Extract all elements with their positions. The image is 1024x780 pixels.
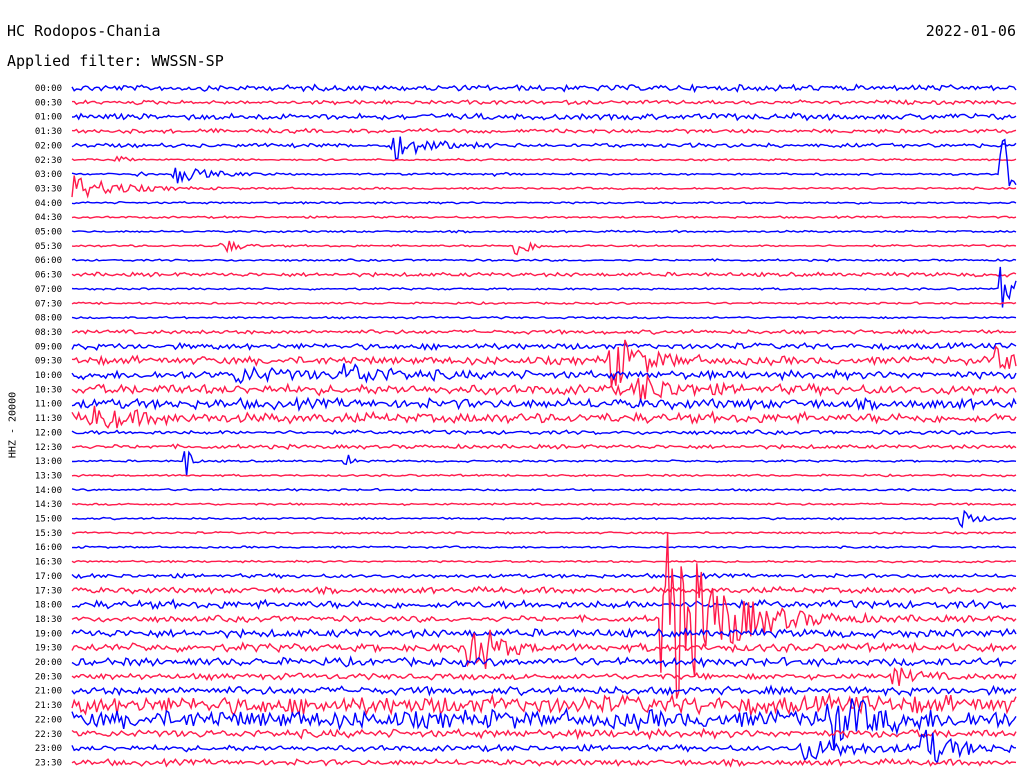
time-tick-label: 01:00	[35, 113, 62, 123]
trace-line	[71, 559, 1016, 564]
time-tick-label: 13:00	[35, 457, 62, 467]
helicorder-plot: 00:00 00:30 01:00 01:30 02:00 02:30 03:00 03:30…	[35, 83, 1017, 768]
trace-line	[71, 240, 1017, 256]
time-tick-label: 09:30	[35, 357, 62, 367]
time-tick-labels: 00:00 00:30 01:00 01:30 02:00 02:30 03:00 03:30…	[35, 84, 62, 768]
trace-line	[71, 339, 1017, 388]
trace-line	[71, 692, 1017, 717]
trace-line	[71, 83, 1017, 94]
trace-line	[71, 200, 1017, 205]
time-tick-label: 04:30	[35, 213, 62, 223]
trace-line	[71, 175, 1017, 199]
trace-line	[71, 502, 1017, 507]
time-tick-label: 08:00	[35, 314, 62, 324]
time-tick-label: 09:00	[35, 342, 62, 352]
time-tick-label: 05:30	[35, 242, 62, 252]
time-tick-label: 22:30	[35, 730, 62, 740]
time-tick-label: 03:30	[35, 184, 62, 194]
time-tick-label: 11:00	[35, 400, 62, 410]
time-tick-label: 21:00	[35, 687, 62, 697]
trace-line	[71, 684, 1017, 697]
trace-line	[71, 473, 1017, 478]
time-tick-label: 00:00	[35, 84, 62, 94]
time-tick-label: 10:30	[35, 385, 62, 395]
trace-line	[71, 509, 1017, 529]
trace-line	[71, 341, 1017, 352]
time-tick-label: 14:30	[35, 500, 62, 510]
time-tick-label: 14:00	[35, 486, 62, 496]
time-tick-label: 17:30	[35, 586, 62, 596]
time-tick-label: 04:00	[35, 199, 62, 209]
time-tick-label: 20:30	[35, 672, 62, 682]
trace-line	[71, 229, 1017, 234]
time-tick-label: 22:00	[35, 715, 62, 725]
trace-line	[71, 627, 1017, 640]
trace-line	[71, 127, 1017, 135]
trace-line	[71, 572, 1017, 580]
trace-group	[71, 83, 1017, 768]
time-tick-label: 06:30	[35, 271, 62, 281]
trace-line	[71, 301, 1017, 306]
trace-line	[72, 99, 1017, 106]
time-tick-label: 15:30	[35, 529, 62, 539]
trace-line	[72, 450, 1017, 476]
trace-line	[71, 136, 1017, 160]
trace-line	[71, 698, 1017, 750]
time-tick-label: 19:00	[35, 629, 62, 639]
trace-line	[71, 757, 1017, 768]
time-tick-label: 12:30	[35, 443, 62, 453]
trace-line	[71, 429, 1017, 436]
time-tick-label: 08:30	[35, 328, 62, 338]
time-tick-label: 19:30	[35, 644, 62, 654]
time-tick-label: 00:30	[35, 98, 62, 108]
trace-line	[71, 215, 1017, 220]
trace-line	[71, 545, 1017, 550]
time-tick-label: 06:00	[35, 256, 62, 266]
time-tick-label: 16:00	[35, 543, 62, 553]
trace-line	[71, 443, 1017, 451]
time-tick-label: 02:30	[35, 156, 62, 166]
time-tick-label: 23:30	[35, 758, 62, 768]
time-tick-label: 23:00	[35, 744, 62, 754]
trace-line	[71, 373, 1017, 402]
time-tick-label: 16:30	[35, 558, 62, 568]
time-tick-label: 07:00	[35, 285, 62, 295]
time-tick-label: 18:00	[35, 601, 62, 611]
trace-line	[71, 655, 1017, 669]
trace-line	[71, 487, 1017, 492]
trace-line	[71, 328, 1017, 336]
time-tick-label: 15:00	[35, 515, 62, 525]
trace-line	[71, 363, 1017, 385]
trace-line	[71, 585, 1017, 596]
time-tick-label: 11:30	[35, 414, 62, 424]
trace-line	[71, 155, 1017, 163]
time-tick-label: 07:30	[35, 299, 62, 309]
time-tick-label: 05:00	[35, 228, 62, 238]
time-tick-label: 02:00	[35, 141, 62, 151]
trace-line	[71, 258, 1017, 263]
trace-line	[71, 598, 1017, 611]
time-tick-label: 10:00	[35, 371, 62, 381]
trace-line	[71, 315, 1017, 320]
trace-line	[71, 667, 1017, 687]
time-tick-label: 20:00	[35, 658, 62, 668]
trace-line	[71, 271, 1017, 278]
time-tick-label: 01:30	[35, 127, 62, 137]
trace-line	[71, 395, 1017, 412]
trace-line	[71, 533, 1017, 699]
time-tick-label: 18:30	[35, 615, 62, 625]
time-tick-label: 21:30	[35, 701, 62, 711]
time-tick-label: 12:00	[35, 428, 62, 438]
trace-line	[71, 405, 1017, 429]
time-tick-label: 03:00	[35, 170, 62, 180]
time-tick-label: 17:00	[35, 572, 62, 582]
trace-line	[71, 111, 1017, 122]
trace-line	[71, 727, 1017, 741]
time-tick-label: 13:30	[35, 471, 62, 481]
trace-line	[71, 530, 1017, 535]
